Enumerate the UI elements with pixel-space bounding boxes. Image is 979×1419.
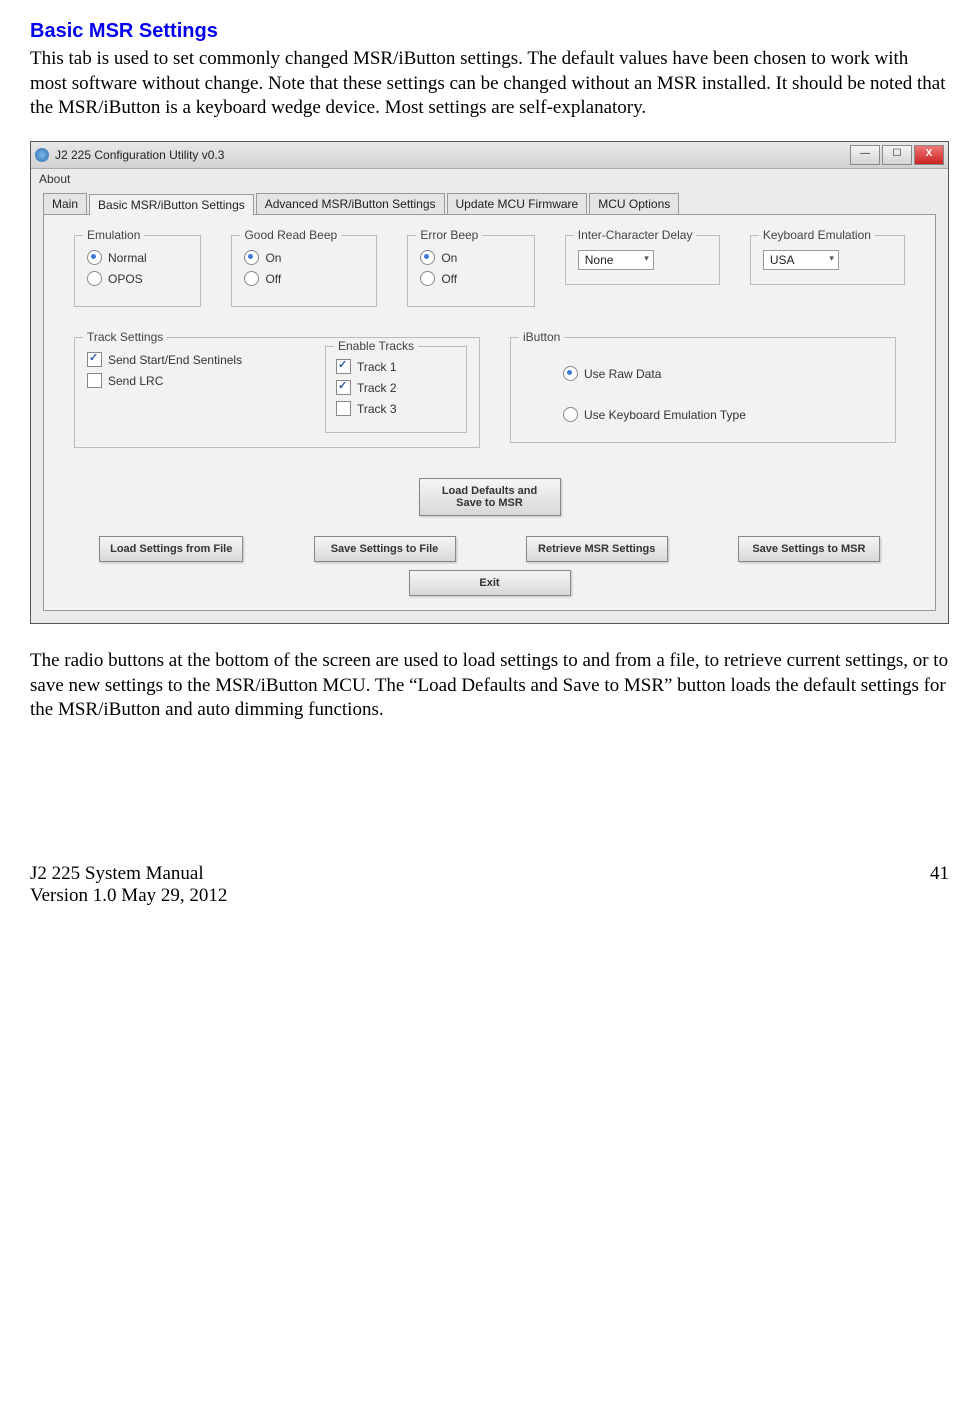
tab-content: Emulation Normal OPOS Good Read Beep On … — [43, 214, 936, 611]
radio-label: Off — [441, 272, 457, 286]
radio-label: OPOS — [108, 272, 143, 286]
radio-error-beep-off[interactable]: Off — [420, 271, 521, 286]
checkbox-label: Track 2 — [357, 381, 397, 395]
app-window: J2 225 Configuration Utility v0.3 — ☐ X … — [30, 141, 949, 624]
menu-about[interactable]: About — [31, 169, 948, 189]
button-exit[interactable]: Exit — [409, 570, 571, 596]
check-track-3[interactable]: Track 3 — [336, 401, 456, 416]
checkbox-icon — [336, 401, 351, 416]
checkbox-label: Track 1 — [357, 360, 397, 374]
check-track-1[interactable]: Track 1 — [336, 359, 456, 374]
legend-good-read: Good Read Beep — [240, 228, 341, 242]
radio-ibutton-kbd[interactable]: Use Keyboard Emulation Type — [563, 407, 883, 422]
legend-inter-char: Inter-Character Delay — [574, 228, 697, 242]
intro-paragraph: This tab is used to set commonly changed… — [30, 47, 949, 121]
radio-emulation-normal[interactable]: Normal — [87, 250, 188, 265]
radio-icon — [87, 271, 102, 286]
radio-label: Off — [265, 272, 281, 286]
group-enable-tracks: Enable Tracks Track 1 Track 2 Track 3 — [325, 346, 467, 433]
radio-icon — [244, 271, 259, 286]
radio-good-read-on[interactable]: On — [244, 250, 364, 265]
tab-update-mcu[interactable]: Update MCU Firmware — [447, 193, 588, 214]
section-heading: Basic MSR Settings — [30, 20, 949, 43]
radio-icon — [420, 271, 435, 286]
tab-main[interactable]: Main — [43, 193, 87, 214]
titlebar: J2 225 Configuration Utility v0.3 — ☐ X — [31, 142, 948, 169]
radio-good-read-off[interactable]: Off — [244, 271, 364, 286]
button-load-defaults[interactable]: Load Defaults and Save to MSR — [419, 478, 561, 516]
select-keyboard-emulation[interactable]: USA — [763, 250, 839, 270]
radio-label: On — [441, 251, 457, 265]
page-number: 41 — [930, 863, 949, 907]
check-track-2[interactable]: Track 2 — [336, 380, 456, 395]
button-save-to-msr[interactable]: Save Settings to MSR — [738, 536, 880, 562]
radio-icon — [87, 250, 102, 265]
radio-label: Normal — [108, 251, 147, 265]
window-controls: — ☐ X — [850, 145, 944, 165]
radio-label: Use Raw Data — [584, 367, 661, 381]
close-button[interactable]: X — [914, 145, 944, 165]
checkbox-label: Send LRC — [108, 374, 163, 388]
group-track-settings: Track Settings Send Start/End Sentinels … — [74, 337, 480, 448]
radio-icon — [244, 250, 259, 265]
closing-paragraph: The radio buttons at the bottom of the s… — [30, 649, 949, 723]
app-icon — [35, 148, 49, 162]
radio-label: Use Keyboard Emulation Type — [584, 408, 746, 422]
legend-track: Track Settings — [83, 330, 167, 344]
check-send-sentinels[interactable]: Send Start/End Sentinels — [87, 352, 275, 367]
button-save-settings-file[interactable]: Save Settings to File — [314, 536, 456, 562]
radio-error-beep-on[interactable]: On — [420, 250, 521, 265]
minimize-button[interactable]: — — [850, 145, 880, 165]
group-inter-char-delay: Inter-Character Delay None — [565, 235, 720, 285]
footer-manual-title: J2 225 System Manual — [30, 863, 227, 885]
checkbox-icon — [336, 380, 351, 395]
legend-enable-tracks: Enable Tracks — [334, 339, 418, 353]
legend-ibutton: iButton — [519, 330, 564, 344]
button-load-settings-file[interactable]: Load Settings from File — [99, 536, 243, 562]
group-error-beep: Error Beep On Off — [407, 235, 534, 307]
radio-label: On — [265, 251, 281, 265]
checkbox-icon — [336, 359, 351, 374]
radio-icon — [563, 366, 578, 381]
group-keyboard-emulation: Keyboard Emulation USA — [750, 235, 905, 285]
tab-advanced-msr[interactable]: Advanced MSR/iButton Settings — [256, 193, 445, 214]
legend-kbd-emu: Keyboard Emulation — [759, 228, 875, 242]
checkbox-label: Track 3 — [357, 402, 397, 416]
legend-emulation: Emulation — [83, 228, 144, 242]
maximize-button[interactable]: ☐ — [882, 145, 912, 165]
radio-icon — [420, 250, 435, 265]
group-ibutton: iButton Use Raw Data Use Keyboard Emulat… — [510, 337, 896, 443]
page-footer: J2 225 System Manual Version 1.0 May 29,… — [30, 863, 949, 907]
radio-emulation-opos[interactable]: OPOS — [87, 271, 188, 286]
button-retrieve-msr[interactable]: Retrieve MSR Settings — [526, 536, 668, 562]
checkbox-label: Send Start/End Sentinels — [108, 353, 242, 367]
select-inter-char-delay[interactable]: None — [578, 250, 654, 270]
window-title: J2 225 Configuration Utility v0.3 — [55, 148, 850, 162]
checkbox-icon — [87, 352, 102, 367]
footer-version: Version 1.0 May 29, 2012 — [30, 885, 227, 907]
tab-mcu-options[interactable]: MCU Options — [589, 193, 679, 214]
group-good-read-beep: Good Read Beep On Off — [231, 235, 377, 307]
radio-ibutton-raw[interactable]: Use Raw Data — [563, 366, 883, 381]
tab-strip: Main Basic MSR/iButton Settings Advanced… — [31, 189, 948, 214]
radio-icon — [563, 407, 578, 422]
checkbox-icon — [87, 373, 102, 388]
group-emulation: Emulation Normal OPOS — [74, 235, 201, 307]
check-send-lrc[interactable]: Send LRC — [87, 373, 275, 388]
legend-error-beep: Error Beep — [416, 228, 482, 242]
tab-basic-msr[interactable]: Basic MSR/iButton Settings — [89, 194, 254, 215]
